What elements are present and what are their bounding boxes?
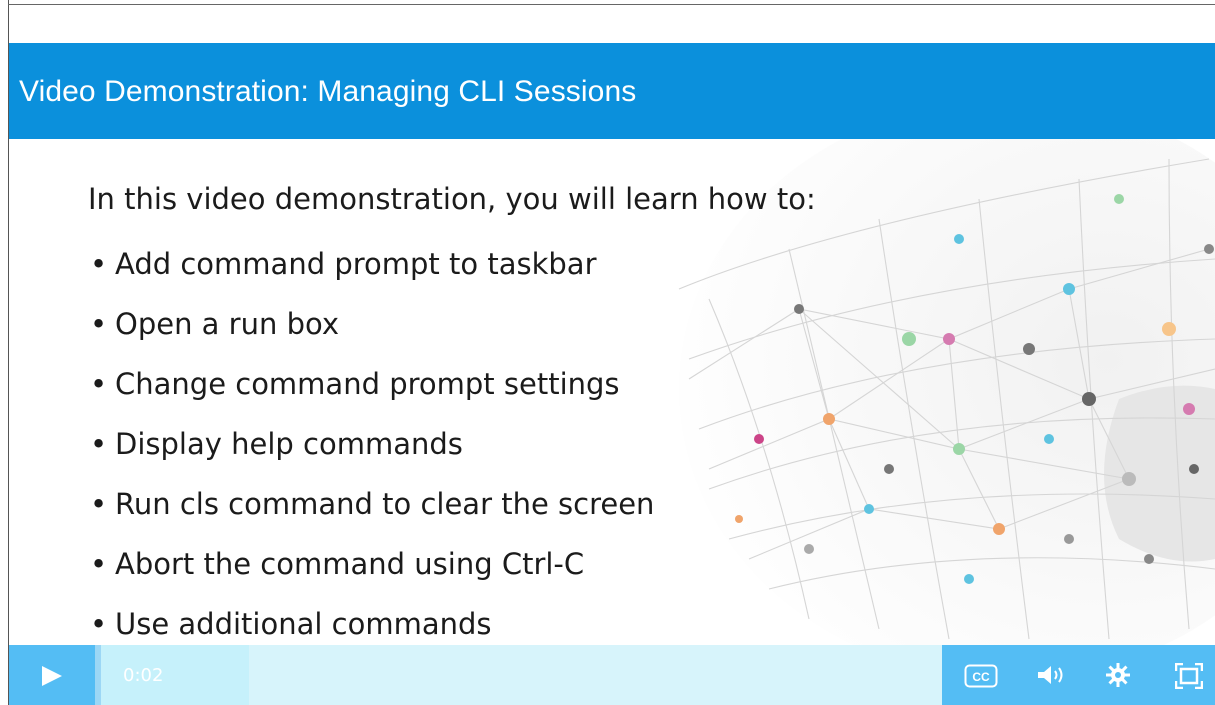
play-button[interactable] [9, 645, 95, 705]
fullscreen-icon [1175, 663, 1203, 689]
player-controls-right: CC [942, 645, 1215, 705]
seek-bar[interactable]: 0:02 [101, 645, 942, 705]
learning-objectives-list: Add command prompt to taskbar Open a run… [88, 247, 654, 645]
video-control-bar: 0:02 CC [9, 645, 1215, 705]
play-icon [42, 666, 62, 686]
fullscreen-button[interactable] [1159, 645, 1215, 705]
volume-icon [1038, 666, 1063, 684]
captions-button[interactable]: CC [950, 645, 1006, 705]
title-bar: Video Demonstration: Managing CLI Sessio… [9, 43, 1215, 139]
volume-button[interactable] [1020, 645, 1076, 705]
bullet-item: Open a run box [88, 307, 654, 367]
bullet-item: Add command prompt to taskbar [88, 247, 654, 307]
video-slide: Video Demonstration: Managing CLI Sessio… [9, 5, 1215, 645]
bullet-item: Abort the command using Ctrl-C [88, 547, 654, 607]
slide-title: Video Demonstration: Managing CLI Sessio… [19, 75, 637, 108]
bullet-item: Display help commands [88, 427, 654, 487]
settings-button[interactable] [1090, 645, 1146, 705]
current-time: 0:02 [123, 665, 164, 686]
closed-captions-icon: CC [964, 664, 998, 688]
intro-text: In this video demonstration, you will le… [88, 182, 816, 216]
bullet-item: Change command prompt settings [88, 367, 654, 427]
bullet-item: Use additional commands [88, 607, 654, 645]
gear-icon [1106, 663, 1130, 687]
bullet-item: Run cls command to clear the screen [88, 487, 654, 547]
captions-label: CC [972, 670, 990, 684]
